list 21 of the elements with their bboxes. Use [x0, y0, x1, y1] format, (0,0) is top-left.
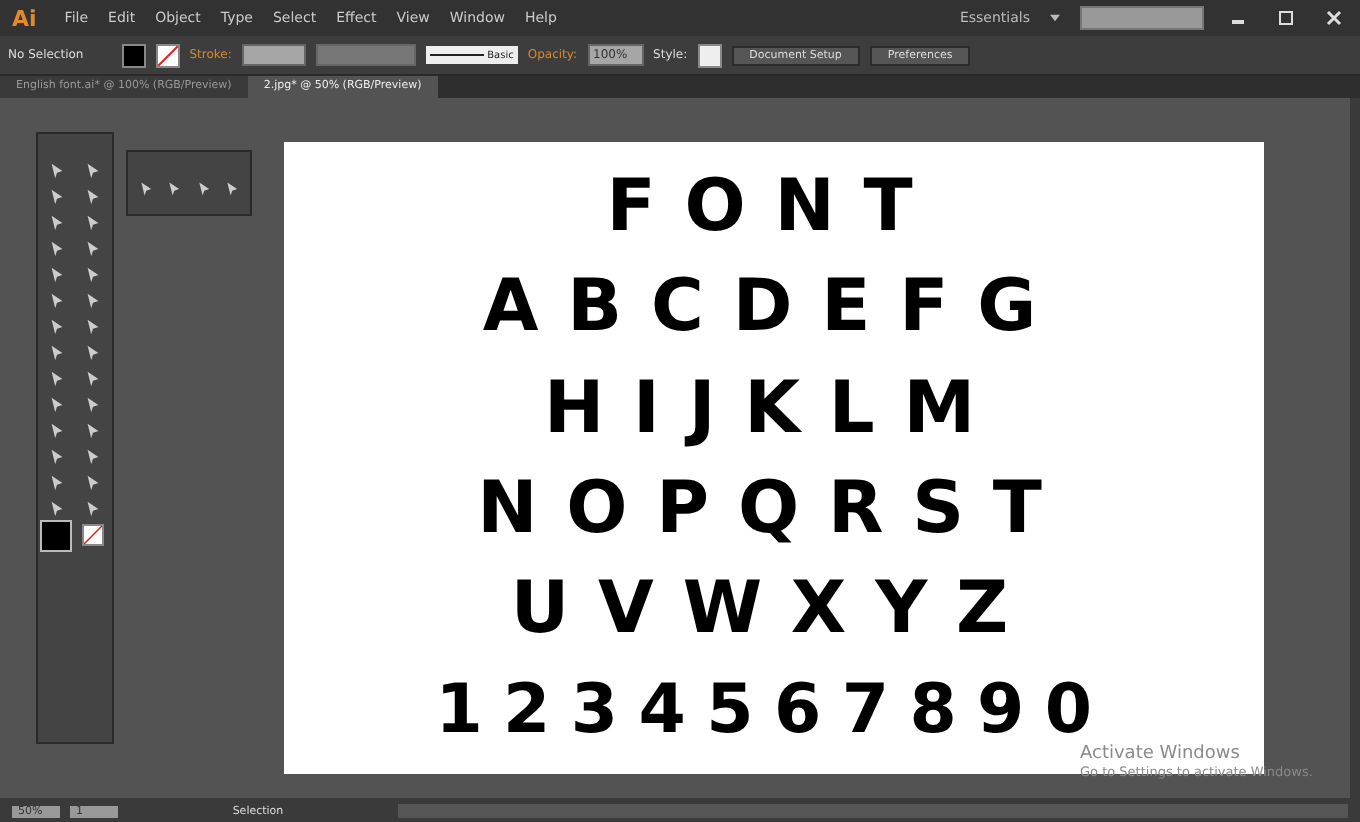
- direct-selection-icon[interactable]: [84, 162, 103, 180]
- variable-width-field[interactable]: [315, 44, 416, 66]
- artwork-letters: ABCDEFG: [482, 272, 1066, 345]
- artwork-letters: FONT: [606, 172, 942, 245]
- vertical-scrollbar[interactable]: [1350, 98, 1360, 798]
- artwork-letters: HIJKLM: [544, 373, 1004, 446]
- stroke-color-swatch[interactable]: [82, 524, 105, 546]
- caret-icon[interactable]: [1050, 14, 1060, 22]
- horizontal-scrollbar[interactable]: [398, 804, 1348, 818]
- artwork-letters: NOPQRST: [477, 474, 1071, 547]
- selection-arrow-icon[interactable]: [47, 162, 66, 180]
- style-swatch[interactable]: [697, 43, 722, 67]
- stroke-weight-field[interactable]: [241, 44, 306, 66]
- artwork-letters: 1234567890: [435, 675, 1113, 744]
- app-logo: Ai: [12, 5, 37, 31]
- search-field[interactable]: [1080, 6, 1204, 30]
- stroke-none-swatch[interactable]: [155, 43, 180, 67]
- fill-swatch[interactable]: [121, 43, 146, 67]
- artwork-letters: UVWXYZ: [510, 574, 1038, 647]
- notice-title: Activate Windows: [1080, 744, 1242, 764]
- fill-color-swatch[interactable]: [40, 519, 73, 551]
